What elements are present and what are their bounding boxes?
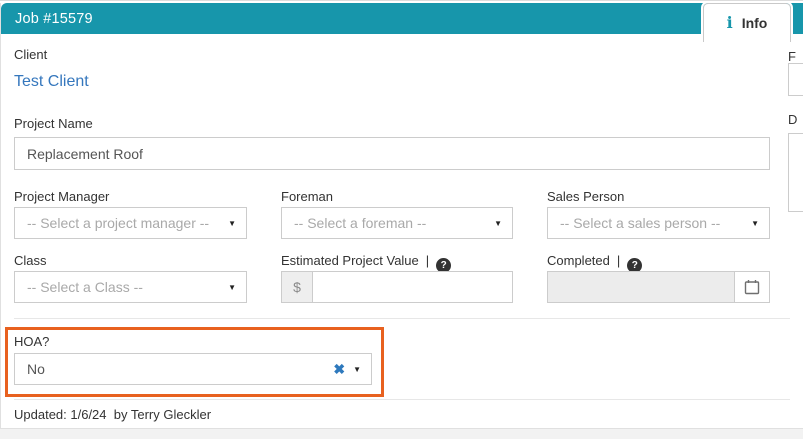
- top-border: [0, 0, 803, 1]
- divider: [14, 399, 790, 400]
- client-label: Client: [14, 47, 48, 62]
- chevron-down-icon: ▼: [353, 364, 361, 374]
- right-column-textarea[interactable]: [788, 133, 803, 212]
- tab-info-label: Info: [741, 15, 768, 31]
- project-name-label: Project Name: [14, 116, 93, 131]
- chevron-down-icon: ▼: [494, 218, 502, 228]
- sales-person-label: Sales Person: [547, 189, 625, 204]
- completed-label: Completed |?: [547, 253, 643, 273]
- chevron-down-icon: ▼: [751, 218, 759, 228]
- job-title: Job #15579: [15, 10, 93, 27]
- client-link[interactable]: Test Client: [14, 73, 89, 91]
- foreman-select[interactable]: -- Select a foreman -- ▼: [281, 207, 513, 239]
- job-header-bar: Job #15579: [1, 3, 803, 34]
- class-placeholder: -- Select a Class --: [27, 279, 143, 295]
- info-icon: i: [726, 13, 733, 32]
- completed-group: [547, 271, 770, 303]
- right-column-label-top: F: [788, 49, 796, 64]
- project-manager-label: Project Manager: [14, 189, 110, 204]
- estimated-value-input[interactable]: [313, 272, 512, 302]
- completed-label-text: Completed: [547, 253, 610, 268]
- foreman-label: Foreman: [281, 189, 334, 204]
- footer-strip: [0, 428, 803, 439]
- clear-icon[interactable]: ✖: [333, 362, 345, 376]
- estimated-value-label: Estimated Project Value |?: [281, 253, 452, 273]
- right-column-input-top[interactable]: [788, 63, 803, 96]
- hoa-select[interactable]: No ✖ ▼: [14, 353, 372, 385]
- hoa-value: No: [27, 361, 45, 377]
- right-column-label-bottom: D: [788, 112, 798, 127]
- chevron-down-icon: ▼: [228, 218, 236, 228]
- panel-left-border: [0, 3, 1, 439]
- chevron-down-icon: ▼: [228, 282, 236, 292]
- project-manager-placeholder: -- Select a project manager --: [27, 215, 210, 231]
- sales-person-placeholder: -- Select a sales person --: [560, 215, 721, 231]
- tab-info[interactable]: i Info: [701, 1, 793, 44]
- project-manager-select[interactable]: -- Select a project manager -- ▼: [14, 207, 247, 239]
- updated-timestamp: Updated: 1/6/24 by Terry Gleckler: [14, 407, 212, 422]
- dollar-addon: $: [282, 272, 313, 302]
- calendar-icon: [744, 280, 760, 295]
- label-separator: |: [425, 253, 430, 268]
- hoa-label: HOA?: [14, 334, 50, 349]
- completed-date-input: [548, 272, 734, 302]
- class-select[interactable]: -- Select a Class -- ▼: [14, 271, 247, 303]
- class-label: Class: [14, 253, 47, 268]
- sales-person-select[interactable]: -- Select a sales person -- ▼: [547, 207, 770, 239]
- foreman-placeholder: -- Select a foreman --: [294, 215, 427, 231]
- estimated-value-label-text: Estimated Project Value: [281, 253, 419, 268]
- divider: [14, 318, 790, 319]
- calendar-button[interactable]: [734, 272, 769, 302]
- label-separator: |: [616, 253, 621, 268]
- estimated-value-group: $: [281, 271, 513, 303]
- project-name-input[interactable]: [14, 137, 770, 170]
